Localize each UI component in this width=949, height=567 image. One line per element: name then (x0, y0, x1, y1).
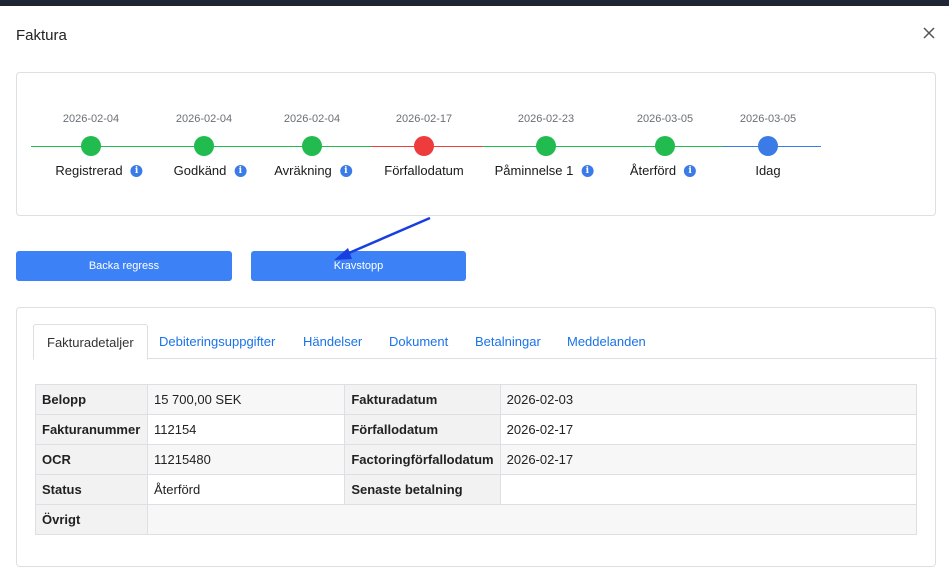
details-card: Fakturadetaljer Debiteringsuppgifter Hän… (16, 307, 937, 567)
timeline-date: 2026-02-23 (517, 113, 575, 125)
table-row: Belopp 15 700,00 SEK Fakturadatum 2026-0… (35, 384, 918, 415)
modal-title: Faktura (16, 27, 67, 44)
tab-fakturadetaljer[interactable]: Fakturadetaljer (33, 324, 148, 360)
info-icon[interactable]: i (130, 164, 143, 177)
backa-regress-button[interactable]: Backa regress (16, 251, 232, 281)
detail-value: 15 700,00 SEK (146, 384, 346, 415)
detail-value: 2026-02-17 (499, 414, 918, 445)
detail-value: 2026-02-17 (499, 444, 918, 475)
timeline-date: 2026-03-05 (636, 113, 694, 125)
detail-key: Factoringförfallodatum (344, 444, 501, 475)
timeline-dot-done (81, 136, 101, 156)
table-row: Övrigt (35, 504, 918, 535)
timeline-step-godkand: Godkänd i (174, 163, 247, 178)
info-icon[interactable]: i (581, 164, 594, 177)
timeline-label: Återförd (629, 163, 677, 178)
timeline-step-registrerad: Registrerad i (55, 163, 143, 178)
timeline-date: 2026-02-04 (283, 113, 341, 125)
timeline-step-aterford: Återförd i (629, 163, 697, 178)
details-table: Belopp 15 700,00 SEK Fakturadatum 2026-0… (35, 384, 918, 535)
annotation-arrow-icon (334, 216, 431, 260)
table-row: OCR 11215480 Factoringförfallodatum 2026… (35, 444, 918, 475)
info-icon[interactable]: i (339, 164, 352, 177)
detail-value: 11215480 (146, 444, 346, 475)
timeline-date: 2026-02-17 (395, 113, 453, 125)
tab-betalningar[interactable]: Betalningar (462, 324, 554, 359)
tab-debiteringsuppgifter[interactable]: Debiteringsuppgifter (146, 324, 288, 359)
info-icon[interactable]: i (234, 164, 247, 177)
timeline-date: 2026-02-04 (62, 113, 120, 125)
timeline-date: 2026-02-04 (175, 113, 233, 125)
timeline-label: Påminnelse 1 (494, 163, 574, 178)
timeline-dot-done (536, 136, 556, 156)
tab-bar: Fakturadetaljer Debiteringsuppgifter Hän… (33, 324, 937, 360)
table-row: Status Återförd Senaste betalning (35, 474, 918, 505)
info-icon[interactable]: i (684, 164, 697, 177)
detail-key: Belopp (35, 384, 148, 415)
table-row: Fakturanummer 112154 Förfallodatum 2026-… (35, 414, 918, 445)
timeline-label: Registrerad (55, 163, 123, 178)
tab-meddelanden[interactable]: Meddelanden (554, 324, 659, 359)
timeline-label: Idag (755, 163, 781, 178)
timeline-label: Avräkning (274, 163, 332, 178)
detail-key: Senaste betalning (344, 474, 501, 505)
detail-value: 112154 (146, 414, 346, 445)
top-bar (0, 0, 949, 6)
timeline-card: 2026-02-04 Registrerad i 2026-02-04 Godk… (16, 72, 936, 216)
close-icon[interactable] (920, 24, 938, 42)
timeline-label: Godkänd (173, 163, 227, 178)
detail-value (146, 504, 918, 535)
detail-key: Övrigt (35, 504, 148, 535)
timeline-dot-today (758, 136, 778, 156)
timeline-step-idag: Idag (755, 163, 780, 178)
detail-key: OCR (35, 444, 148, 475)
timeline-dot-done (194, 136, 214, 156)
detail-key: Förfallodatum (344, 414, 501, 445)
detail-value (499, 474, 918, 505)
tab-dokument[interactable]: Dokument (376, 324, 461, 359)
detail-value: 2026-02-03 (499, 384, 918, 415)
detail-key: Status (35, 474, 148, 505)
detail-value: Återförd (146, 474, 346, 505)
timeline-line-green-2 (483, 146, 723, 147)
timeline-label: Förfallodatum (384, 163, 464, 178)
timeline-dot-overdue (414, 136, 434, 156)
timeline-step-avrakning: Avräkning i (274, 163, 352, 178)
timeline-step-forfallodatum: Förfallodatum (384, 163, 463, 178)
timeline-date: 2026-03-05 (739, 113, 797, 125)
detail-key: Fakturanummer (35, 414, 148, 445)
timeline-step-paminnelse: Påminnelse 1 i (495, 163, 594, 178)
tab-handelser[interactable]: Händelser (290, 324, 375, 359)
detail-key: Fakturadatum (344, 384, 501, 415)
timeline-dot-done (655, 136, 675, 156)
timeline-dot-done (302, 136, 322, 156)
